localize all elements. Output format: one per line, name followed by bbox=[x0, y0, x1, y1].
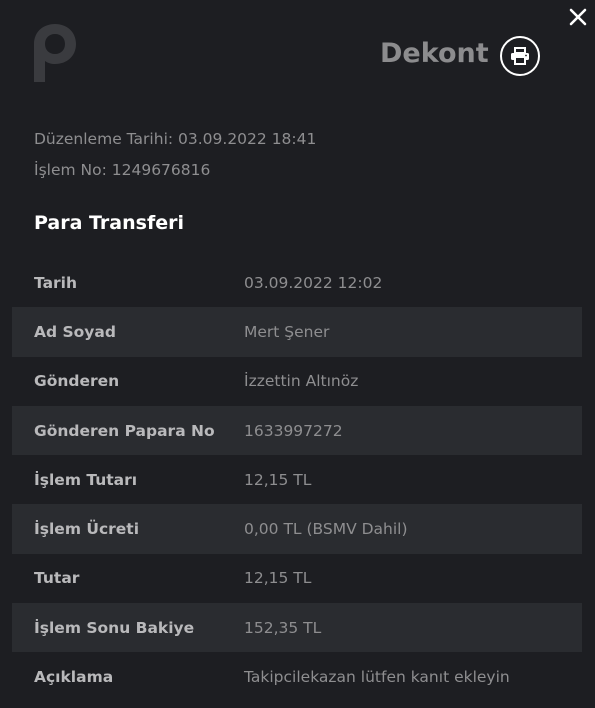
row-label: Tarih bbox=[34, 273, 78, 292]
detail-table: Tarih 03.09.2022 12:02 Ad Soyad Mert Şen… bbox=[12, 258, 582, 702]
row-value: Mert Şener bbox=[244, 322, 330, 341]
detail-row: Gönderen İzzettin Altınöz bbox=[12, 357, 582, 406]
detail-row: İşlem Tutarı 12,15 TL bbox=[12, 455, 582, 504]
detail-row: İşlem Sonu Bakiye 152,35 TL bbox=[12, 603, 582, 653]
issue-date: Düzenleme Tarihi: 03.09.2022 18:41 bbox=[34, 130, 317, 148]
detail-row: Açıklama Takipcilekazan lütfen kanıt ekl… bbox=[12, 652, 582, 701]
row-value: 1633997272 bbox=[244, 421, 343, 440]
close-icon bbox=[569, 8, 587, 26]
row-label: İşlem Ücreti bbox=[34, 520, 140, 539]
section-title: Para Transferi bbox=[34, 212, 184, 234]
row-label: Açıklama bbox=[34, 668, 114, 687]
row-label: Ad Soyad bbox=[34, 322, 116, 341]
detail-row: İşlem Ücreti 0,00 TL (BSMV Dahil) bbox=[12, 504, 582, 554]
printer-icon bbox=[511, 47, 529, 65]
print-button[interactable] bbox=[500, 36, 540, 76]
detail-row: Gönderen Papara No 1633997272 bbox=[12, 405, 582, 456]
row-label: Gönderen bbox=[34, 372, 120, 391]
papara-logo bbox=[34, 24, 76, 82]
detail-row: Tutar 12,15 TL bbox=[12, 554, 582, 603]
row-value: 12,15 TL bbox=[244, 569, 312, 588]
row-value: Takipcilekazan lütfen kanıt ekleyin bbox=[244, 668, 510, 687]
transaction-number: İşlem No: 1249676816 bbox=[34, 161, 211, 179]
page-title: Dekont bbox=[380, 38, 489, 69]
row-value: 0,00 TL (BSMV Dahil) bbox=[244, 520, 408, 539]
receipt-modal: Dekont Düzenleme Tarihi: 03.09.2022 18:4… bbox=[0, 0, 595, 708]
row-label: Tutar bbox=[34, 569, 80, 588]
detail-row: Ad Soyad Mert Şener bbox=[12, 307, 582, 357]
detail-row: Tarih 03.09.2022 12:02 bbox=[12, 258, 582, 307]
receipt-meta: Düzenleme Tarihi: 03.09.2022 18:41 İşlem… bbox=[34, 124, 316, 186]
row-label: İşlem Sonu Bakiye bbox=[34, 618, 195, 637]
close-button[interactable] bbox=[567, 6, 589, 28]
row-label: İşlem Tutarı bbox=[34, 470, 138, 489]
row-label: Gönderen Papara No bbox=[34, 421, 215, 440]
row-value: İzzettin Altınöz bbox=[244, 372, 359, 391]
row-value: 152,35 TL bbox=[244, 618, 322, 637]
row-value: 03.09.2022 12:02 bbox=[244, 273, 383, 292]
row-value: 12,15 TL bbox=[244, 470, 312, 489]
